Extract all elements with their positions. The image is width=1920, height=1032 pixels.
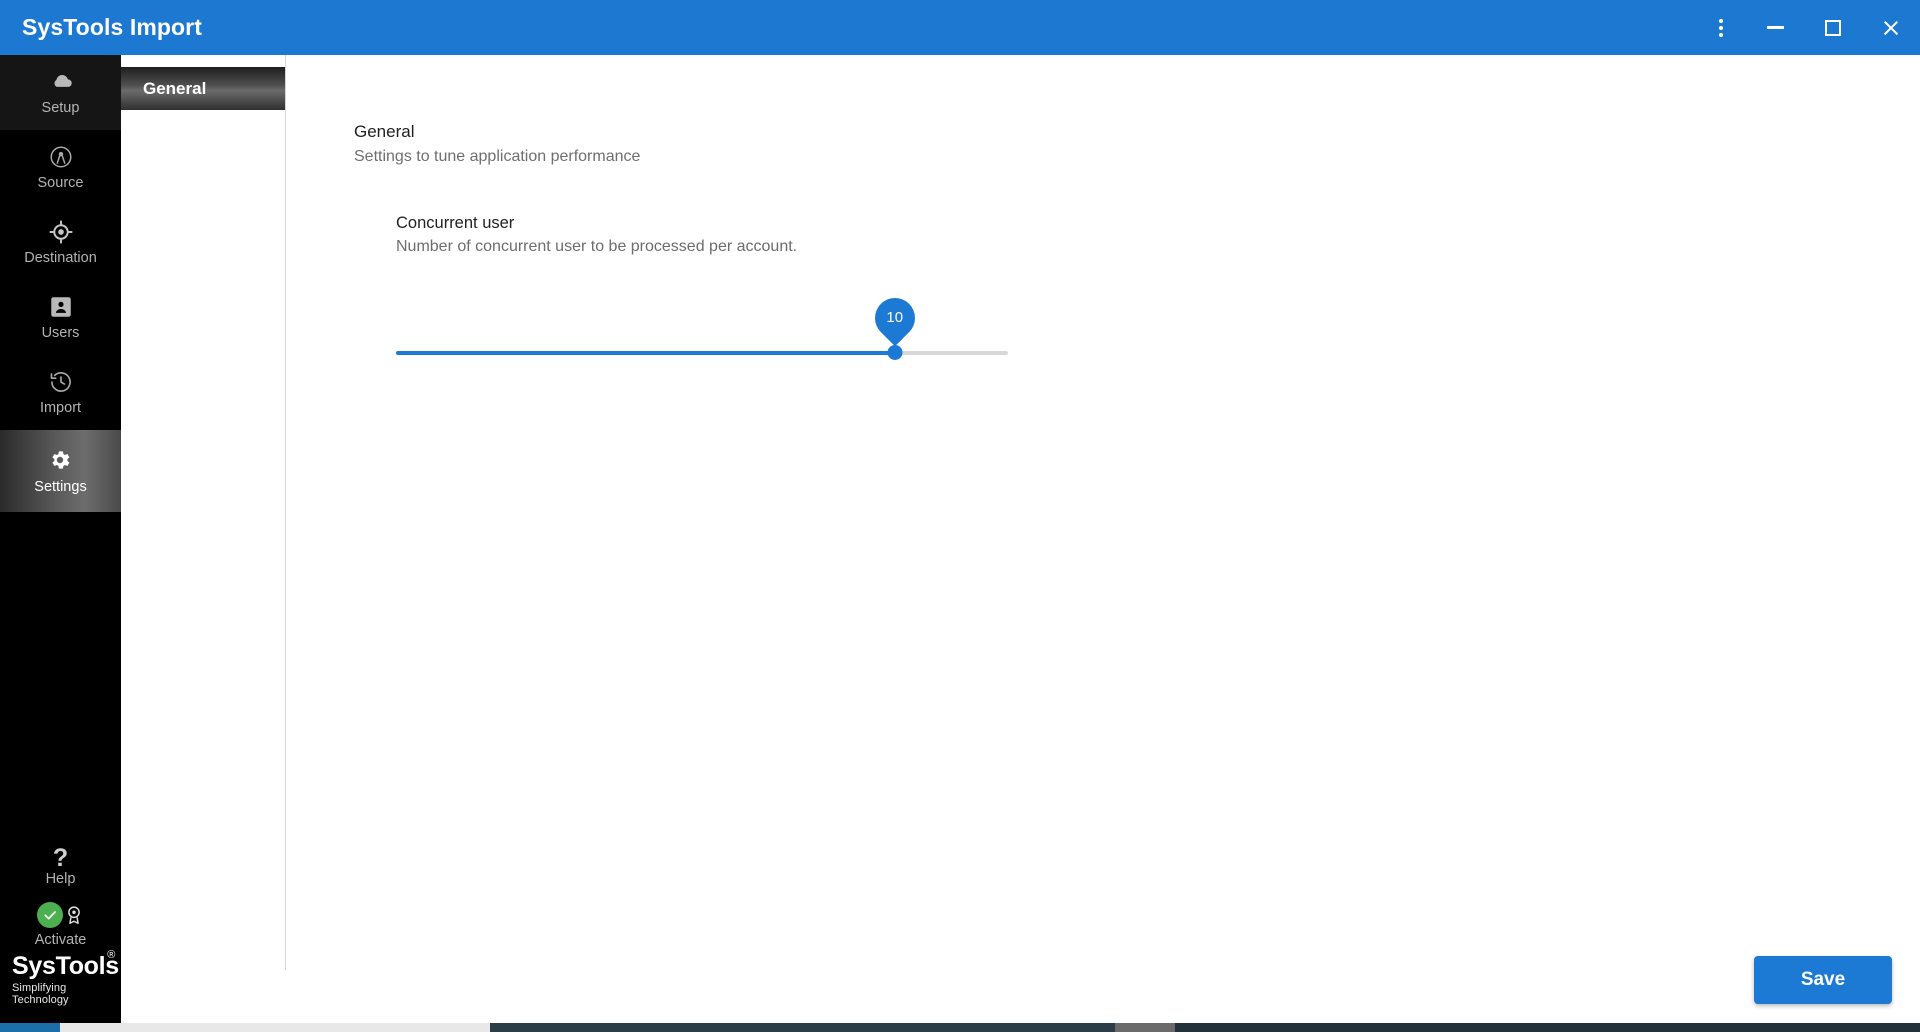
setting-label: Concurrent user (396, 214, 515, 233)
sidebar-item-import[interactable]: Import (0, 355, 121, 430)
sidebar-item-users[interactable]: Users (0, 280, 121, 355)
more-options-button[interactable] (1696, 0, 1746, 55)
title-bar: SysTools Import (0, 0, 1920, 55)
settings-tab-list: General (121, 55, 286, 1032)
strip-segment-d (1115, 1023, 1175, 1032)
sidebar-item-destination[interactable]: Destination (0, 205, 121, 280)
slider-value-bubble[interactable]: 10 (866, 289, 924, 347)
sidebar-item-settings[interactable]: Settings (0, 430, 121, 512)
sidebar-label-settings: Settings (34, 478, 87, 495)
sidebar-label-import: Import (39, 400, 82, 417)
close-button[interactable] (1862, 0, 1920, 55)
contact-card-icon (48, 294, 74, 320)
page-subtitle: Settings to tune application performance (354, 148, 641, 166)
strip-segment-b (60, 1023, 490, 1032)
sidebar-item-help[interactable]: ? Help (0, 838, 121, 896)
sidebar: Setup Source Destination Users Import Se… (0, 55, 121, 1032)
sidebar-label-activate: Activate (34, 932, 87, 949)
logo-name: SysTools ® (12, 950, 121, 980)
history-icon (48, 369, 74, 395)
concurrent-user-slider[interactable]: 10 (396, 289, 1011, 364)
sidebar-label-users: Users (41, 325, 80, 342)
logo-tagline: Simplifying Technology (12, 982, 69, 1006)
sidebar-secondary-nav: ? Help Activate SysTools ® Simplifying T… (0, 838, 121, 1032)
slider-thumb[interactable] (887, 345, 903, 361)
logo-text: SysTools (12, 952, 119, 980)
sidebar-label-destination: Destination (24, 250, 97, 267)
maximize-button[interactable] (1804, 0, 1862, 55)
body-container: Setup Source Destination Users Import Se… (0, 55, 1920, 1032)
kebab-menu-icon (1719, 18, 1723, 37)
slider-filled-range (396, 351, 895, 356)
sidebar-item-activate[interactable]: Activate (0, 896, 121, 954)
minimize-button[interactable] (1746, 0, 1804, 55)
target-icon (48, 219, 74, 245)
strip-segment-e (1175, 1023, 1920, 1032)
bottom-status-strip (0, 1023, 1920, 1032)
save-button[interactable]: Save (1754, 956, 1892, 1004)
sidebar-label-help: Help (45, 871, 76, 888)
brand-logo: SysTools ® Simplifying Technology (0, 950, 121, 1024)
sidebar-label-source: Source (37, 175, 84, 192)
application-window: SysTools Import Setup Source Destination… (0, 0, 1920, 1032)
sidebar-primary-nav: Setup Source Destination Users Import Se… (0, 55, 121, 512)
page-title: General (354, 122, 415, 141)
sidebar-label-setup: Setup (41, 100, 80, 117)
tab-general-label: General (143, 78, 207, 98)
close-icon (1882, 19, 1900, 37)
window-controls (1696, 0, 1920, 55)
cloud-icon (48, 69, 74, 95)
activate-icon-group (35, 902, 87, 930)
strip-segment-c (490, 1023, 1115, 1032)
tab-general[interactable]: General (121, 67, 286, 110)
setting-concurrent-user: Concurrent user Number of concurrent use… (396, 214, 1920, 364)
broadcast-icon (48, 144, 74, 170)
gear-icon (48, 448, 74, 474)
sidebar-item-source[interactable]: Source (0, 130, 121, 205)
award-badge-icon (63, 903, 85, 932)
window-title: SysTools Import (22, 14, 202, 40)
strip-segment-a (0, 1023, 60, 1032)
registered-trademark-icon: ® (107, 949, 115, 961)
question-mark-icon: ? (52, 844, 69, 873)
green-check-icon (36, 902, 63, 929)
maximize-icon (1825, 19, 1841, 36)
minimize-icon (1766, 26, 1784, 29)
setting-description: Number of concurrent user to be processe… (396, 238, 798, 256)
settings-content-pane: General Settings to tune application per… (286, 55, 1920, 1032)
sidebar-item-setup[interactable]: Setup (0, 55, 121, 130)
slider-value-label: 10 (886, 308, 904, 326)
